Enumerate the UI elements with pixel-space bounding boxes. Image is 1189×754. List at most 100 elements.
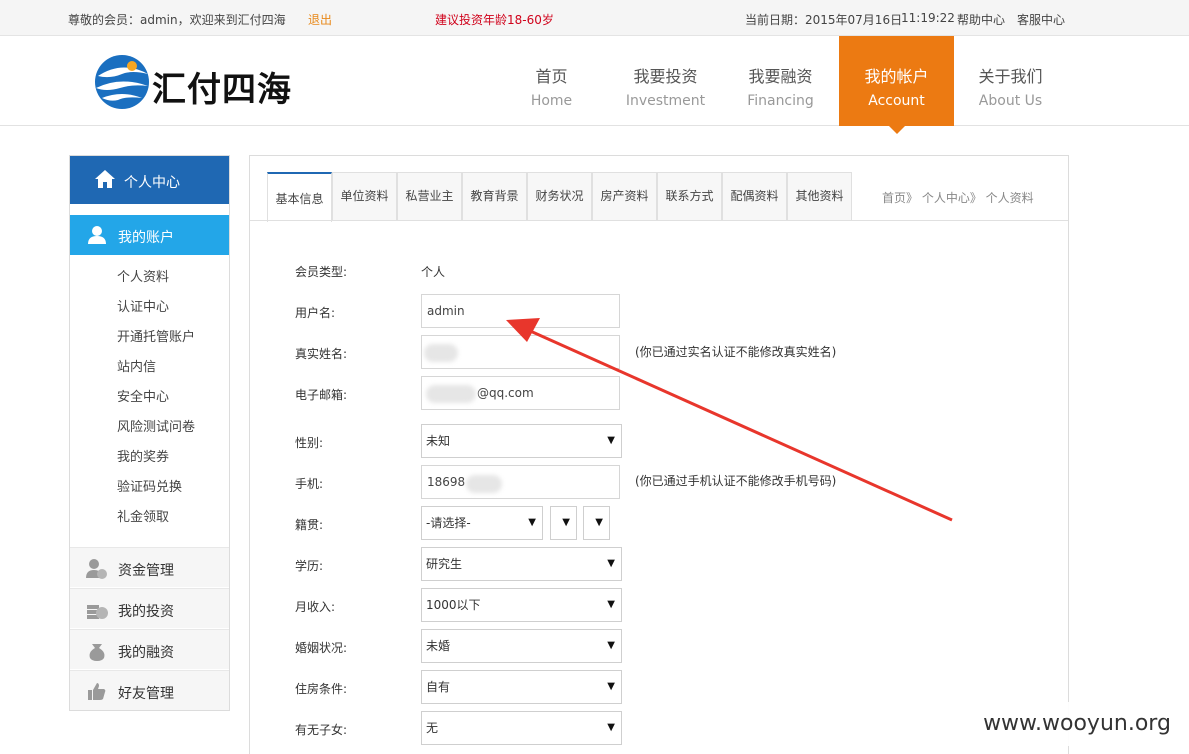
- native-district-select[interactable]: ▼: [583, 506, 610, 540]
- sidebar-group-funds-label: 资金管理: [118, 563, 174, 579]
- marriage-select-value: 未婚: [426, 639, 451, 653]
- chevron-down-icon: ▼: [607, 558, 615, 569]
- sidebar-link-risk-survey[interactable]: 风险测试问卷: [70, 413, 229, 443]
- age-advice-text: 建议投资年龄18-60岁: [435, 13, 554, 27]
- sidebar-group-financing-label: 我的融资: [118, 645, 174, 661]
- realname-note: (你已通过实名认证不能修改真实姓名): [635, 345, 837, 359]
- nav-financing-cn: 我要融资: [748, 67, 813, 86]
- realname-field[interactable]: [421, 335, 620, 369]
- sidebar-link-security[interactable]: 安全中心: [70, 383, 229, 413]
- phone-field[interactable]: 18698: [421, 465, 620, 499]
- thumbs-up-icon: [88, 683, 106, 700]
- nav-investment[interactable]: 我要投资 Investment: [608, 36, 723, 126]
- phone-value: 18698: [427, 475, 466, 489]
- redacted-name: [424, 344, 458, 362]
- username-label: 用户名:: [295, 306, 336, 320]
- sidebar-group-friends-label: 好友管理: [118, 686, 174, 702]
- welcome-text: 尊敬的会员：admin，欢迎来到汇付四海: [68, 13, 286, 27]
- chevron-down-icon: ▼: [607, 722, 615, 733]
- phone-label: 手机:: [295, 477, 324, 491]
- nav-about-en: About Us: [978, 93, 1043, 109]
- tab-property[interactable]: 房产资料: [592, 172, 657, 220]
- top-bar: 尊敬的会员：admin，欢迎来到汇付四海 退出 建议投资年龄18-60岁 当前日…: [0, 0, 1189, 36]
- tab-basic-info[interactable]: 基本信息: [267, 172, 332, 222]
- children-select[interactable]: 无 ▼: [421, 711, 622, 745]
- income-select-value: 1000以下: [426, 598, 481, 612]
- email-domain: @qq.com: [477, 386, 534, 400]
- children-select-value: 无: [426, 721, 439, 735]
- education-select[interactable]: 研究生 ▼: [421, 547, 622, 581]
- funds-icon: [86, 559, 107, 579]
- education-label: 学历:: [295, 559, 324, 573]
- chevron-down-icon: ▼: [562, 517, 570, 528]
- member-type-label: 会员类型:: [295, 265, 348, 279]
- email-label: 电子邮箱:: [295, 388, 348, 402]
- nav-account-cn: 我的帐户: [864, 67, 929, 86]
- customer-service-link[interactable]: 客服中心: [1017, 11, 1065, 28]
- income-label: 月收入:: [295, 600, 336, 614]
- tab-other[interactable]: 其他资料: [787, 172, 852, 220]
- nav-home-cn: 首页: [535, 67, 568, 86]
- tab-contact[interactable]: 联系方式: [657, 172, 722, 220]
- sidebar-group-investments[interactable]: 我的投资: [70, 588, 229, 628]
- nav-home[interactable]: 首页 Home: [494, 36, 609, 126]
- nav-investment-cn: 我要投资: [633, 67, 698, 86]
- chevron-down-icon: ▼: [607, 435, 615, 446]
- redacted-email: [426, 385, 476, 403]
- housing-select[interactable]: 自有 ▼: [421, 670, 622, 704]
- nav-financing-en: Financing: [747, 93, 814, 109]
- chevron-down-icon: ▼: [607, 599, 615, 610]
- native-city-select[interactable]: ▼: [550, 506, 577, 540]
- tab-underline: [250, 220, 1068, 221]
- sidebar-link-coupons[interactable]: 我的奖券: [70, 443, 229, 473]
- email-field[interactable]: @qq.com: [421, 376, 620, 410]
- site-header: 汇付四海 首页 Home 我要投资 Investment 我要融资 Financ…: [0, 36, 1189, 134]
- children-label: 有无子女:: [295, 723, 348, 737]
- sidebar-link-custody-account[interactable]: 开通托管账户: [70, 323, 229, 353]
- watermark: www.wooyun.org: [972, 702, 1182, 746]
- native-province-select[interactable]: -请选择- ▼: [421, 506, 543, 540]
- site-logo[interactable]: 汇付四海: [92, 54, 302, 110]
- sidebar-link-certification[interactable]: 认证中心: [70, 293, 229, 323]
- current-time: 11:19:22: [901, 11, 955, 25]
- phone-note: (你已通过手机认证不能修改手机号码): [635, 474, 837, 488]
- sidebar-link-gift-claim[interactable]: 礼金领取: [70, 503, 229, 533]
- nav-account-en: Account: [868, 93, 925, 109]
- gender-select[interactable]: 未知 ▼: [421, 424, 622, 458]
- sidebar-item-my-account[interactable]: 我的账户: [70, 215, 229, 255]
- tab-private-business[interactable]: 私营业主: [397, 172, 462, 220]
- sidebar-group-financing[interactable]: 我的融资: [70, 629, 229, 669]
- user-icon: [88, 226, 106, 244]
- sidebar-link-profile[interactable]: 个人资料: [70, 263, 229, 293]
- housing-label: 住房条件:: [295, 682, 348, 696]
- tab-education[interactable]: 教育背景: [462, 172, 527, 220]
- logo-text: 汇付四海: [152, 70, 292, 110]
- native-province-value: -请选择-: [426, 516, 471, 530]
- sidebar-group-funds[interactable]: 资金管理: [70, 547, 229, 587]
- tab-employer[interactable]: 单位资料: [332, 172, 397, 220]
- sidebar-title: 个人中心: [124, 175, 180, 191]
- native-place-label: 籍贯:: [295, 518, 324, 532]
- member-type-value: 个人: [421, 265, 446, 279]
- redacted-phone: [466, 475, 502, 493]
- marriage-select[interactable]: 未婚 ▼: [421, 629, 622, 663]
- sidebar-link-messages[interactable]: 站内信: [70, 353, 229, 383]
- sidebar-link-code-redeem[interactable]: 验证码兑换: [70, 473, 229, 503]
- tab-spouse[interactable]: 配偶资料: [722, 172, 787, 220]
- sidebar-group-friends[interactable]: 好友管理: [70, 670, 229, 710]
- sidebar-links: 个人资料 认证中心 开通托管账户 站内信 安全中心 风险测试问卷 我的奖券 验证…: [70, 255, 229, 533]
- nav-account[interactable]: 我的帐户 Account: [839, 36, 954, 134]
- home-icon: [95, 170, 115, 188]
- help-center-link[interactable]: 帮助中心: [957, 11, 1005, 28]
- chevron-down-icon: ▼: [607, 640, 615, 651]
- chevron-down-icon: ▼: [607, 681, 615, 692]
- nav-about-cn: 关于我们: [978, 67, 1043, 86]
- coins-icon: [87, 605, 108, 619]
- nav-financing[interactable]: 我要融资 Financing: [723, 36, 838, 126]
- income-select[interactable]: 1000以下 ▼: [421, 588, 622, 622]
- logout-link[interactable]: 退出: [308, 11, 332, 28]
- nav-about[interactable]: 关于我们 About Us: [953, 36, 1068, 126]
- tab-finance[interactable]: 财务状况: [527, 172, 592, 220]
- sidebar-header[interactable]: 个人中心: [70, 156, 229, 204]
- username-field[interactable]: admin: [421, 294, 620, 328]
